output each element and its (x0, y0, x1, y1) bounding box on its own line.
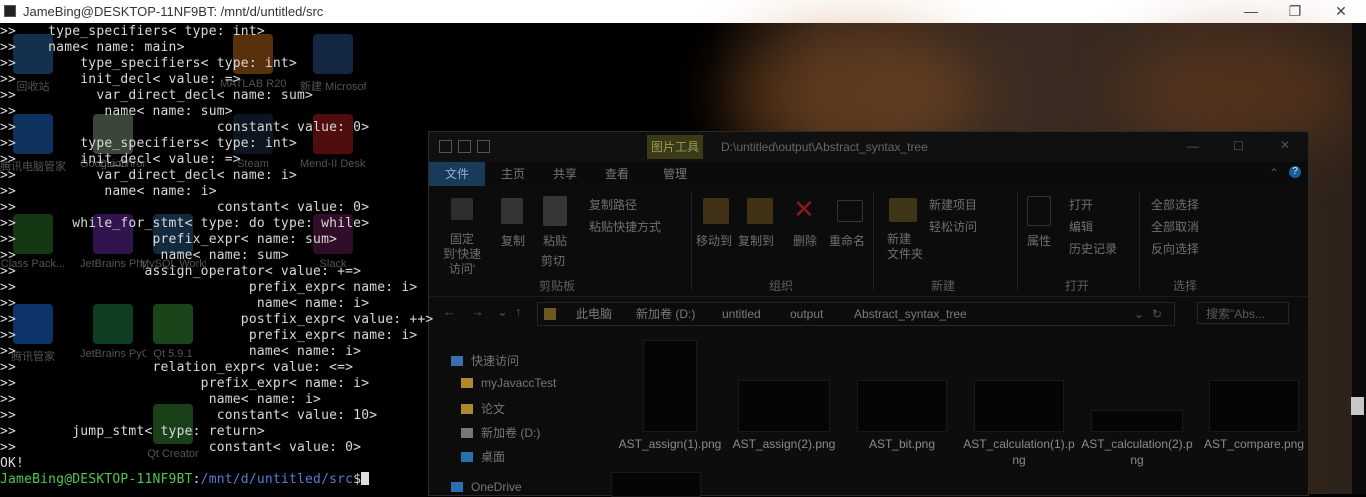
terminal-scrollbar-thumb[interactable] (1351, 397, 1364, 415)
terminal-app-icon (4, 5, 16, 17)
terminal-line: >> prefix_expr< name: i> (0, 280, 418, 295)
terminal-line: >> name< name: sum> (0, 104, 233, 119)
terminal-line: >> name< name: i> (0, 344, 362, 359)
text-cursor (361, 472, 370, 485)
terminal-line: >> prefix_expr< name: sum> (0, 232, 338, 247)
terminal-line: >> var_direct_decl< name: sum> (0, 88, 314, 103)
terminal-line: >> type_specifiers< type: int> (0, 56, 297, 71)
window-titlebar: JameBing@DESKTOP-11NF9BT: /mnt/d/untitle… (0, 0, 1366, 23)
prompt-separator: : (192, 472, 201, 487)
window-title: JameBing@DESKTOP-11NF9BT: /mnt/d/untitle… (23, 4, 324, 19)
terminal-line: >> postfix_expr< value: ++> (0, 312, 434, 327)
maximize-button[interactable]: ❐ (1272, 0, 1318, 23)
terminal-line: >> assign_operator< value: +=> (0, 264, 362, 279)
prompt-path: /mnt/d/untitled/src (200, 472, 354, 487)
terminal-line: >> name< name: i> (0, 184, 217, 199)
prompt-user: JameBing@DESKTOP-11NF9BT (0, 472, 193, 487)
prompt-symbol: $ (353, 472, 362, 487)
terminal-line: >> init_decl< value: => (0, 72, 241, 87)
terminal-line: >> relation_expr< value: <=> (0, 360, 354, 375)
minimize-button[interactable]: — (1228, 0, 1274, 23)
terminal-line: >> name< name: sum> (0, 248, 289, 263)
terminal-line: >> jump_stmt< type: return> (0, 424, 265, 439)
terminal-line: >> type_specifiers< type: int> (0, 136, 297, 151)
terminal-line: >> constant< value: 0> (0, 440, 362, 455)
terminal-line: >> var_direct_decl< name: i> (0, 168, 297, 183)
terminal-line: >> type_specifiers< type: int> (0, 24, 265, 39)
terminal-line: >> prefix_expr< name: i> (0, 376, 370, 391)
terminal-line: >> prefix_expr< name: i> (0, 328, 418, 343)
terminal-line: >> name< name: i> (0, 296, 370, 311)
terminal-line: >> name< name: i> (0, 392, 322, 407)
terminal-line: >> constant< value: 0> (0, 200, 370, 215)
terminal-line: OK! (0, 456, 25, 471)
terminal-line: >> while_for_stmt< type: do type: while> (0, 216, 370, 231)
terminal-line: >> constant< value: 0> (0, 120, 370, 135)
terminal-line: >> init_decl< value: => (0, 152, 241, 167)
shell-prompt: JameBing@DESKTOP-11NF9BT:/mnt/d/untitled… (0, 472, 370, 488)
close-button[interactable]: ✕ (1318, 0, 1364, 23)
terminal-output[interactable]: >> type_specifiers< type: int> >> name< n… (0, 23, 1352, 494)
terminal-line: >> name< name: main> (0, 40, 185, 55)
terminal-scrollbar[interactable] (1352, 23, 1366, 494)
terminal-line: >> constant< value: 10> (0, 408, 378, 423)
